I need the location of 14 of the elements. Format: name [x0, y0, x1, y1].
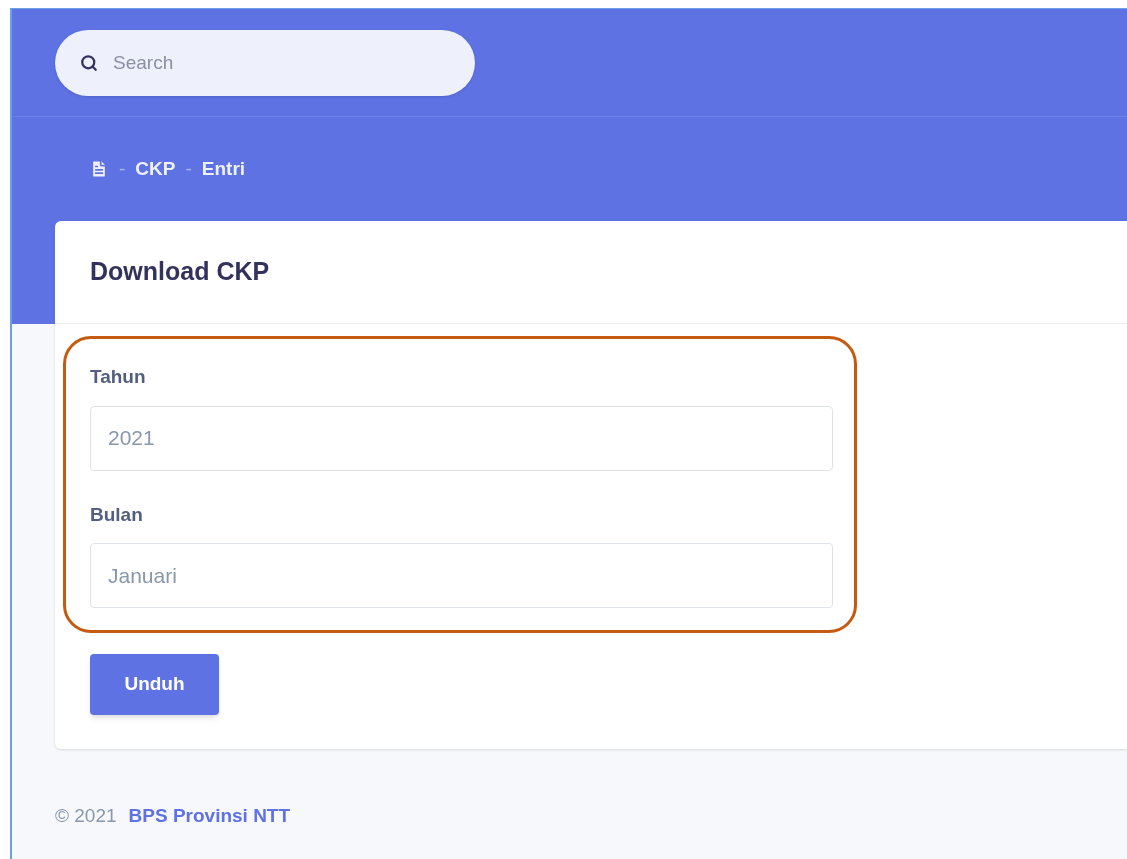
search-icon — [80, 53, 98, 72]
input-field[interactable]: 2021 — [90, 405, 833, 471]
breadcrumb-link[interactable]: Entri — [201, 154, 246, 184]
input-field[interactable]: Januari — [90, 543, 833, 608]
search-field[interactable]: Search — [55, 29, 475, 96]
breadcrumb-separator: - — [119, 156, 126, 181]
field-label: Bulan — [90, 502, 144, 527]
field-label: Tahun — [90, 365, 147, 389]
breadcrumb-link[interactable]: CKP — [135, 154, 176, 184]
download-button[interactable]: Unduh — [90, 654, 219, 715]
copyright-text: © 2021 — [55, 804, 117, 828]
footer-link[interactable]: BPS Provinsi NTT — [128, 802, 291, 831]
breadcrumb-separator: - — [185, 156, 192, 181]
card-title: Download CKP — [90, 256, 270, 288]
